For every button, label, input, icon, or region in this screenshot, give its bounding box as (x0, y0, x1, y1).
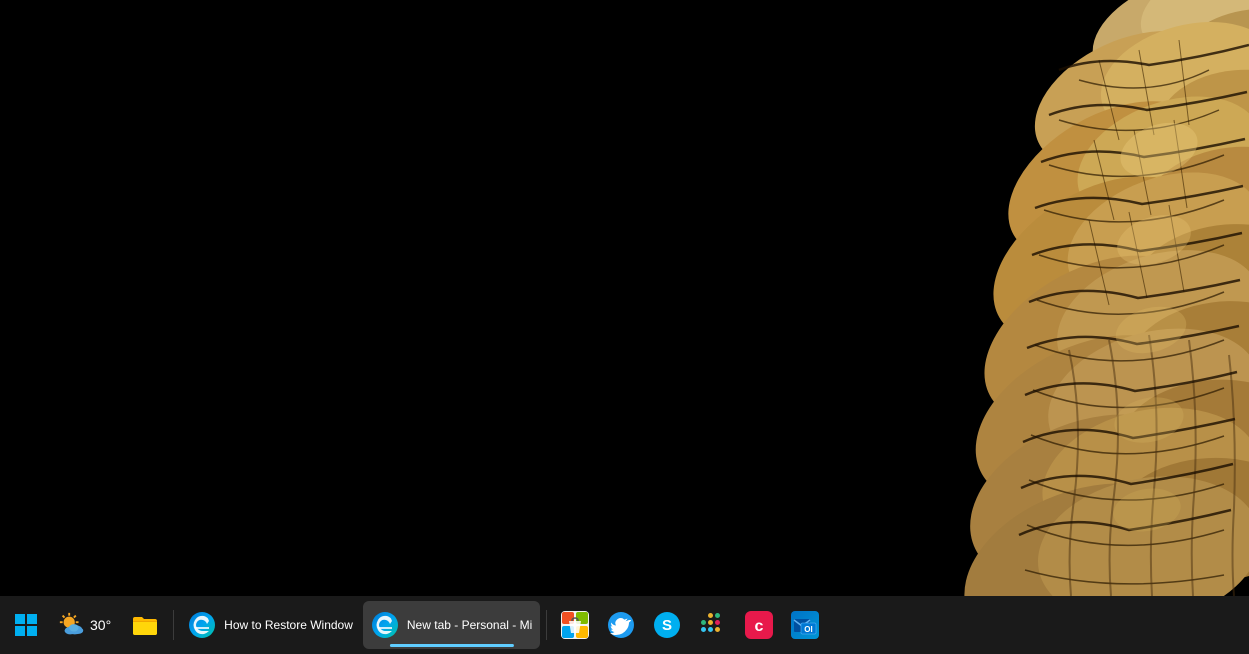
outlook-taskbar-item[interactable]: Ol (783, 601, 827, 649)
microsoft-store-taskbar-item[interactable] (553, 601, 597, 649)
file-explorer-icon (131, 611, 159, 639)
skype-icon: S (653, 611, 681, 639)
svg-text:Ol: Ol (805, 625, 813, 634)
craft-taskbar-item[interactable]: c (737, 601, 781, 649)
slack-icon (699, 611, 727, 639)
taskbar-divider-2 (546, 610, 547, 640)
weather-temperature: 30° (90, 617, 111, 633)
taskbar: 30° (0, 596, 1249, 654)
start-button[interactable] (6, 605, 46, 645)
outlook-icon: Ol (791, 611, 819, 639)
svg-text:S: S (662, 617, 672, 634)
svg-text:c: c (755, 618, 764, 635)
file-explorer-taskbar-item[interactable] (123, 601, 167, 649)
twitter-taskbar-item[interactable] (599, 601, 643, 649)
edge-restore-window-label: How to Restore Window (224, 618, 353, 632)
edge-newtab-label: New tab - Personal - Mi (407, 618, 532, 632)
weather-icon (58, 611, 86, 639)
edge-restore-window-taskbar-item[interactable]: How to Restore Window (180, 601, 361, 649)
craft-icon: c (745, 611, 773, 639)
twitter-icon (607, 611, 635, 639)
wallpaper-owl (849, 0, 1249, 596)
microsoft-store-icon (561, 611, 589, 639)
edge-icon-2 (371, 611, 399, 639)
taskbar-divider-1 (173, 610, 174, 640)
windows-logo-icon (12, 611, 40, 639)
desktop (0, 0, 1249, 596)
edge-newtab-taskbar-item[interactable]: New tab - Personal - Mi (363, 601, 540, 649)
skype-taskbar-item[interactable]: S (645, 601, 689, 649)
weather-widget[interactable]: 30° (48, 601, 121, 649)
edge-icon-1 (188, 611, 216, 639)
slack-taskbar-item[interactable] (691, 601, 735, 649)
